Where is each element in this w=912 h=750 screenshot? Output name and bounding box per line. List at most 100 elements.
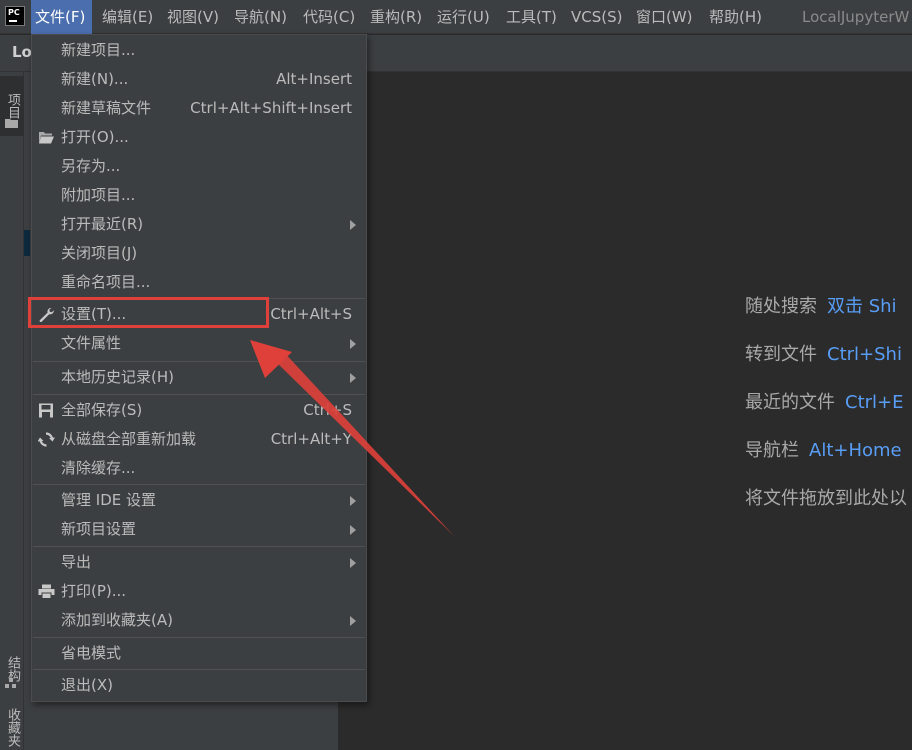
menu-item-label: 新项目设置	[61, 520, 137, 538]
menu-item-label: 打开(O)...	[61, 128, 129, 146]
menu-item-label: 添加到收藏夹(A)	[61, 611, 173, 629]
hint-label: 转到文件	[745, 344, 817, 365]
submenu-arrow-icon	[350, 525, 356, 535]
menu-separator	[33, 394, 365, 395]
menu-separator	[33, 637, 365, 638]
menu-item-shortcut: Ctrl+S	[303, 401, 352, 419]
menu-item-label: 清除缓存...	[61, 459, 136, 477]
hint-navigation-bar: 导航栏 Alt+Home	[745, 436, 902, 462]
structure-icon	[5, 678, 16, 688]
menu-bar: PC 文件(F) 编辑(E) 视图(V) 导航(N) 代码(C) 重构(R) 运…	[0, 0, 912, 34]
menu-item-print[interactable]: 打印(P)...	[32, 577, 366, 606]
menu-item-export[interactable]: 导出	[32, 548, 366, 577]
menu-item-label: 退出(X)	[61, 676, 113, 694]
menu-item-rename-project[interactable]: 重命名项目...	[32, 268, 366, 297]
menu-item-close-project[interactable]: 关闭项目(J)	[32, 239, 366, 268]
file-menu-dropdown: 新建项目... 新建(N)... Alt+Insert 新建草稿文件 Ctrl+…	[31, 34, 367, 702]
menu-item-open[interactable]: 打开(O)...	[32, 123, 366, 152]
menu-item-label: 另存为...	[61, 157, 121, 175]
print-icon	[38, 584, 55, 599]
tool-tab-favorites-label: 收藏夹	[5, 707, 20, 747]
menu-item-reload-all-from-disk[interactable]: 从磁盘全部重新加载 Ctrl+Alt+Y	[32, 425, 366, 454]
menu-item-shortcut: Ctrl+Alt+Shift+Insert	[190, 99, 352, 117]
menu-item-add-to-favorites[interactable]: 添加到收藏夹(A)	[32, 606, 366, 635]
menu-item-label: 关闭项目(J)	[61, 244, 138, 262]
submenu-arrow-icon	[350, 496, 356, 506]
menu-help[interactable]: 帮助(H)	[705, 0, 766, 34]
settings-highlight-annotation	[28, 297, 269, 328]
menu-item-manage-ide-settings[interactable]: 管理 IDE 设置	[32, 486, 366, 515]
menu-item-label: 本地历史记录(H)	[61, 368, 174, 386]
hint-key: Alt+Home	[809, 440, 902, 461]
menu-navigate[interactable]: 导航(N)	[230, 0, 291, 34]
menu-item-label: 管理 IDE 设置	[61, 491, 156, 509]
menu-item-power-save-mode[interactable]: 省电模式	[32, 639, 366, 668]
tool-tab-structure[interactable]: 结构	[0, 644, 24, 694]
menu-tools[interactable]: 工具(T)	[502, 0, 561, 34]
menu-item-label: 重命名项目...	[61, 273, 151, 291]
submenu-arrow-icon	[350, 220, 356, 230]
menu-item-label: 打印(P)...	[61, 582, 127, 600]
hint-key: Ctrl+E	[845, 392, 904, 413]
tool-tab-project-label: 项目	[5, 93, 20, 119]
menu-item-label: 从磁盘全部重新加载	[61, 430, 197, 448]
menu-code[interactable]: 代码(C)	[299, 0, 359, 34]
project-tree-selection	[24, 230, 30, 256]
hint-key: 双击 Shi	[827, 296, 897, 317]
menu-item-label: 新建(N)...	[61, 70, 129, 88]
left-tool-strip: 项目 结构 收藏夹	[0, 72, 24, 750]
menu-separator	[33, 361, 365, 362]
reload-icon	[38, 432, 55, 447]
hint-label: 最近的文件	[745, 392, 835, 413]
menu-item-attach-project[interactable]: 附加项目...	[32, 181, 366, 210]
menu-file[interactable]: 文件(F)	[31, 0, 92, 34]
submenu-arrow-icon	[350, 339, 356, 349]
save-icon	[39, 403, 53, 418]
menu-item-label: 全部保存(S)	[61, 401, 143, 419]
hint-drop-files: 将文件拖放到此处以	[745, 484, 907, 510]
submenu-arrow-icon	[350, 558, 356, 568]
tool-tab-project[interactable]: 项目	[0, 76, 24, 136]
menu-item-file-properties[interactable]: 文件属性	[32, 329, 366, 358]
menu-separator	[33, 669, 365, 670]
menu-refactor[interactable]: 重构(R)	[366, 0, 426, 34]
menu-item-label: 附加项目...	[61, 186, 136, 204]
menu-item-shortcut: Ctrl+Alt+Y	[270, 430, 352, 448]
menu-item-exit[interactable]: 退出(X)	[32, 671, 366, 700]
tool-tab-favorites[interactable]: 收藏夹	[0, 704, 24, 750]
menu-item-label: 导出	[61, 553, 92, 571]
menu-item-save-all[interactable]: 全部保存(S) Ctrl+S	[32, 396, 366, 425]
window-title: LocalJupyterW	[802, 8, 910, 26]
menu-item-local-history[interactable]: 本地历史记录(H)	[32, 363, 366, 392]
hint-search-everywhere: 随处搜索 双击 Shi	[745, 292, 897, 318]
menu-item-new-scratch-file[interactable]: 新建草稿文件 Ctrl+Alt+Shift+Insert	[32, 94, 366, 123]
menu-item-open-recent[interactable]: 打开最近(R)	[32, 210, 366, 239]
menu-item-label: 省电模式	[61, 644, 122, 662]
hint-goto-file: 转到文件 Ctrl+Shi	[745, 340, 902, 366]
menu-item-save-as[interactable]: 另存为...	[32, 152, 366, 181]
menu-separator	[33, 546, 365, 547]
menu-item-label: 文件属性	[61, 334, 122, 352]
menu-view[interactable]: 视图(V)	[163, 0, 223, 34]
menu-window[interactable]: 窗口(W)	[632, 0, 697, 34]
menu-item-label: 新建草稿文件	[61, 99, 152, 117]
menu-item-new[interactable]: 新建(N)... Alt+Insert	[32, 65, 366, 94]
menu-item-invalidate-caches[interactable]: 清除缓存...	[32, 454, 366, 483]
menu-item-label: 打开最近(R)	[61, 215, 144, 233]
hint-label: 随处搜索	[745, 296, 817, 317]
hint-recent-files: 最近的文件 Ctrl+E	[745, 388, 903, 414]
menu-item-new-project[interactable]: 新建项目...	[32, 36, 366, 65]
menu-vcs[interactable]: VCS(S)	[567, 0, 626, 34]
menu-separator	[33, 484, 365, 485]
menu-item-new-project-settings[interactable]: 新项目设置	[32, 515, 366, 544]
menu-run[interactable]: 运行(U)	[433, 0, 494, 34]
hint-key: Ctrl+Shi	[827, 344, 902, 365]
folder-open-icon	[39, 132, 54, 144]
menu-edit[interactable]: 编辑(E)	[98, 0, 157, 34]
pycharm-logo-icon: PC	[5, 6, 25, 26]
menu-item-label: 新建项目...	[61, 41, 136, 59]
menu-item-shortcut: Alt+Insert	[276, 70, 352, 88]
submenu-arrow-icon	[350, 616, 356, 626]
folder-icon	[5, 119, 18, 128]
menu-item-shortcut: Ctrl+Alt+S	[270, 305, 352, 323]
